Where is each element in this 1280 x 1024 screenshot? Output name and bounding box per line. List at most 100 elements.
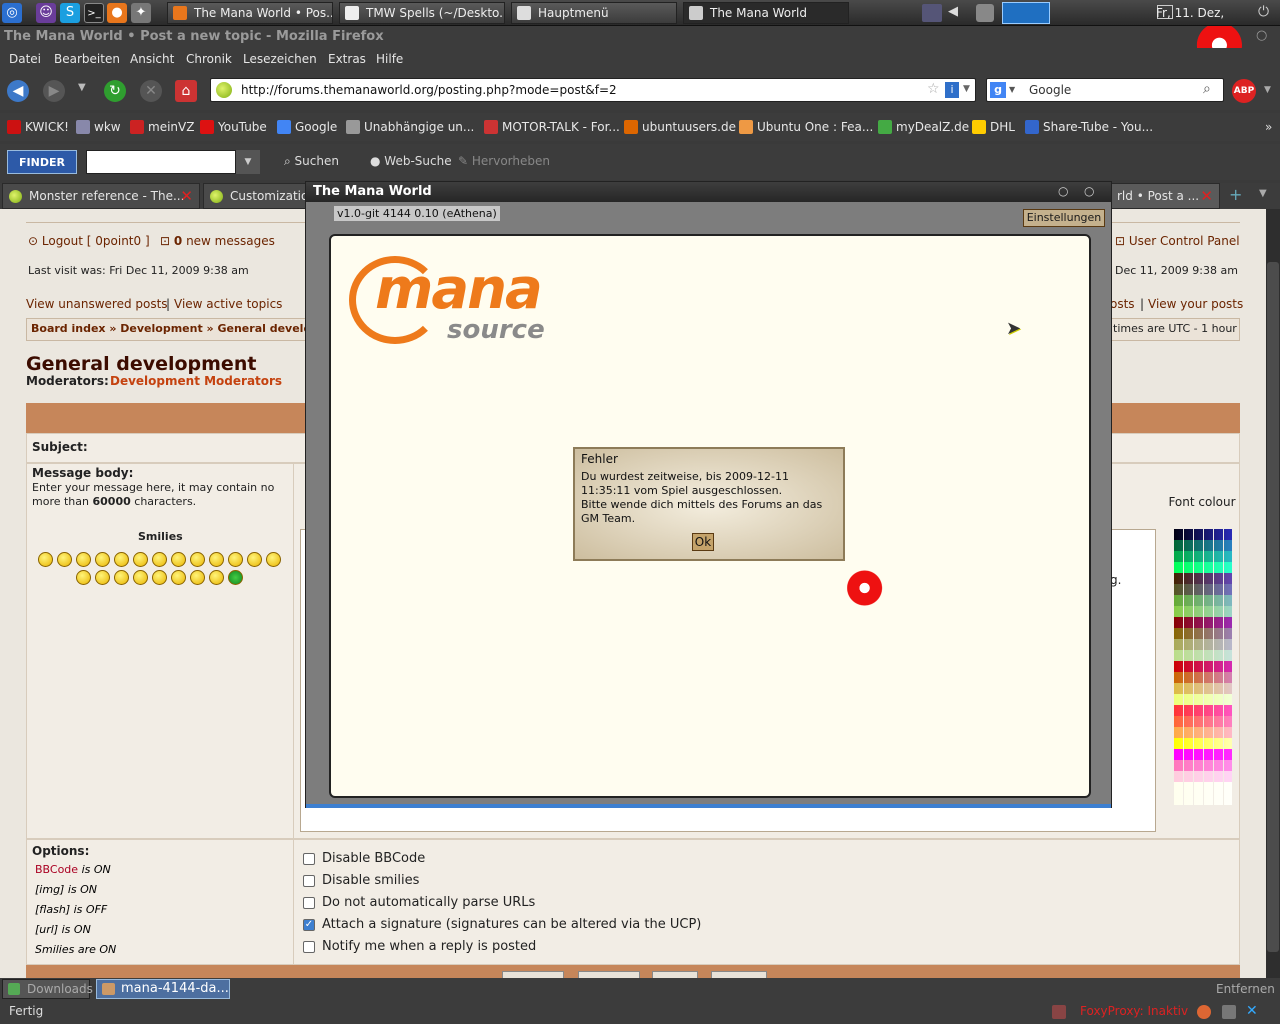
back-icon[interactable]: ◀ bbox=[7, 80, 29, 102]
reload-icon[interactable]: ↻ bbox=[104, 80, 126, 102]
network-icon[interactable] bbox=[922, 4, 942, 22]
bookmark-motor-talk[interactable]: MOTOR-TALK - For... bbox=[484, 120, 620, 134]
game-window-title[interactable]: The Mana World bbox=[306, 182, 1111, 202]
no-parse-urls-label[interactable]: Do not automatically parse URLs bbox=[322, 895, 535, 910]
forum-title[interactable]: General development bbox=[26, 353, 256, 375]
settings-button[interactable]: Einstellungen bbox=[1023, 209, 1105, 227]
bookmark-mydealz[interactable]: myDealZ.de bbox=[878, 120, 969, 134]
history-dropdown-icon[interactable]: ▼ bbox=[78, 82, 86, 93]
smiley-icon[interactable] bbox=[57, 552, 72, 567]
close-window-icon[interactable]: ○ bbox=[1256, 28, 1267, 43]
bookmark-dhl[interactable]: DHL bbox=[972, 120, 1015, 134]
search-bar[interactable]: g ▼ Google ⌕ bbox=[986, 78, 1224, 102]
moderators-link[interactable]: Development Moderators bbox=[110, 374, 282, 388]
close-game-icon[interactable]: ○ bbox=[1084, 184, 1094, 198]
smiley-icon[interactable] bbox=[209, 570, 224, 585]
smiley-icon[interactable] bbox=[152, 552, 167, 567]
adblock-dropdown-icon[interactable]: ▼ bbox=[1264, 85, 1271, 95]
finder-search-button[interactable]: ⌕ Suchen bbox=[284, 154, 339, 169]
google-icon[interactable]: g bbox=[990, 82, 1006, 98]
colour-palette[interactable] bbox=[1174, 529, 1232, 805]
smiley-icon[interactable] bbox=[114, 552, 129, 567]
tab-customization[interactable]: Customization bbox=[203, 183, 313, 209]
downloads-button[interactable]: Downloads bbox=[2, 979, 93, 999]
unanswered-posts-link[interactable]: View unanswered posts bbox=[26, 297, 168, 311]
close-tab-icon[interactable]: ✕ bbox=[1200, 184, 1213, 208]
highlight-button[interactable]: ✎ Hervorheben bbox=[458, 154, 550, 168]
form-button[interactable] bbox=[652, 971, 698, 978]
form-button[interactable] bbox=[502, 971, 564, 978]
bookmark-meinvz[interactable]: meinVZ bbox=[130, 120, 194, 134]
firefox-icon[interactable]: ● bbox=[107, 3, 127, 23]
home-icon[interactable]: ⌂ bbox=[175, 80, 197, 102]
minimize-icon[interactable]: ○ bbox=[1058, 184, 1068, 198]
bookmark-ubuntuusers[interactable]: ubuntuusers.de bbox=[624, 120, 736, 134]
workspace-switcher[interactable] bbox=[1002, 2, 1050, 24]
smiley-icon[interactable] bbox=[171, 552, 186, 567]
smiley-icon[interactable] bbox=[76, 570, 91, 585]
menu-lesezeichen[interactable]: Lesezeichen bbox=[243, 52, 317, 66]
new-messages-link[interactable]: ⊡ 0 new messages bbox=[160, 234, 275, 248]
finder-dropdown-icon[interactable]: ▼ bbox=[236, 150, 260, 174]
notify-reply-checkbox[interactable] bbox=[303, 941, 315, 953]
smiley-icon[interactable] bbox=[228, 570, 243, 585]
pidgin-icon[interactable]: ☺ bbox=[36, 3, 56, 23]
breadcrumb[interactable]: Board index » Development » General deve… bbox=[31, 322, 319, 335]
smiley-icon[interactable] bbox=[209, 552, 224, 567]
ok-button[interactable]: Ok bbox=[692, 533, 714, 551]
foxyproxy-icon[interactable] bbox=[1052, 1005, 1066, 1019]
smiley-icon[interactable] bbox=[171, 570, 186, 585]
smiley-icon[interactable] bbox=[247, 552, 262, 567]
bookmark-wkw[interactable]: wkw bbox=[76, 120, 121, 134]
shutdown-icon[interactable]: ⏻ bbox=[1258, 4, 1269, 20]
smiley-icon[interactable] bbox=[190, 552, 205, 567]
download-item[interactable]: mana-4144-da... bbox=[96, 979, 230, 999]
bookmark-ubuntu-one[interactable]: Ubuntu One : Fea... bbox=[739, 120, 873, 134]
scrollbar-thumb[interactable] bbox=[1267, 262, 1279, 952]
finder-logo[interactable]: FINDER bbox=[7, 150, 77, 174]
attach-signature-label[interactable]: Attach a signature (signatures can be al… bbox=[322, 917, 701, 932]
disable-smilies-label[interactable]: Disable smilies bbox=[322, 873, 419, 888]
disable-bbcode-label[interactable]: Disable BBCode bbox=[322, 851, 425, 866]
your-posts-link[interactable]: View your posts bbox=[1148, 297, 1243, 311]
menu-bearbeiten[interactable]: Bearbeiten bbox=[54, 52, 120, 66]
url-bar[interactable]: http://forums.themanaworld.org/posting.p… bbox=[210, 78, 976, 102]
smiley-icon[interactable] bbox=[114, 570, 129, 585]
smiley-icon[interactable] bbox=[266, 552, 281, 567]
smiley-icon[interactable] bbox=[133, 552, 148, 567]
bookmark-star-icon[interactable]: ☆ bbox=[927, 81, 940, 97]
bookmark-kwick[interactable]: KWICK! bbox=[7, 120, 69, 134]
clock[interactable]: Fr, 11. Dez, 11:42 bbox=[1156, 2, 1252, 42]
terminal-icon[interactable]: >_ bbox=[84, 3, 104, 23]
addon-icon[interactable] bbox=[1197, 1005, 1211, 1019]
menu-hilfe[interactable]: Hilfe bbox=[376, 52, 403, 66]
new-tab-icon[interactable]: + bbox=[1229, 185, 1242, 204]
no-parse-urls-checkbox[interactable] bbox=[303, 897, 315, 909]
smiley-icon[interactable] bbox=[95, 570, 110, 585]
user-control-panel-link[interactable]: ⊡ User Control Panel bbox=[1115, 234, 1240, 248]
menu-extras[interactable]: Extras bbox=[328, 52, 366, 66]
task-mana-world[interactable]: The Mana World bbox=[683, 2, 849, 24]
bookmark-youtube[interactable]: YouTube bbox=[200, 120, 267, 134]
bbcode-link[interactable]: BBCode bbox=[35, 863, 78, 876]
task-hauptmenu[interactable]: Hauptmenü bbox=[511, 2, 677, 24]
bookmark-google[interactable]: Google bbox=[277, 120, 337, 134]
smiley-icon[interactable] bbox=[95, 552, 110, 567]
smiley-icon[interactable] bbox=[190, 570, 205, 585]
skype-icon[interactable]: S bbox=[60, 3, 80, 23]
bookmark-share-tube[interactable]: Share-Tube - You... bbox=[1025, 120, 1153, 134]
smiley-icon[interactable] bbox=[133, 570, 148, 585]
close-tab-icon[interactable]: ✕ bbox=[180, 184, 193, 208]
task-mana-world-post[interactable]: The Mana World • Pos... bbox=[167, 2, 333, 24]
addon-icon[interactable]: ✕ bbox=[1246, 1003, 1258, 1019]
smiley-icon[interactable] bbox=[152, 570, 167, 585]
search-icon[interactable]: ⌕ bbox=[1203, 81, 1211, 97]
notify-reply-label[interactable]: Notify me when a reply is posted bbox=[322, 939, 536, 954]
menu-chronik[interactable]: Chronik bbox=[186, 52, 232, 66]
task-tmw-spells[interactable]: TMW Spells (~/Deskto... bbox=[339, 2, 505, 24]
smiley-icon[interactable] bbox=[76, 552, 91, 567]
menu-datei[interactable]: Datei bbox=[9, 52, 41, 66]
smiley-icon[interactable] bbox=[38, 552, 53, 567]
app-icon[interactable]: ✦ bbox=[131, 3, 151, 23]
posts-link[interactable]: osts bbox=[1110, 297, 1135, 311]
